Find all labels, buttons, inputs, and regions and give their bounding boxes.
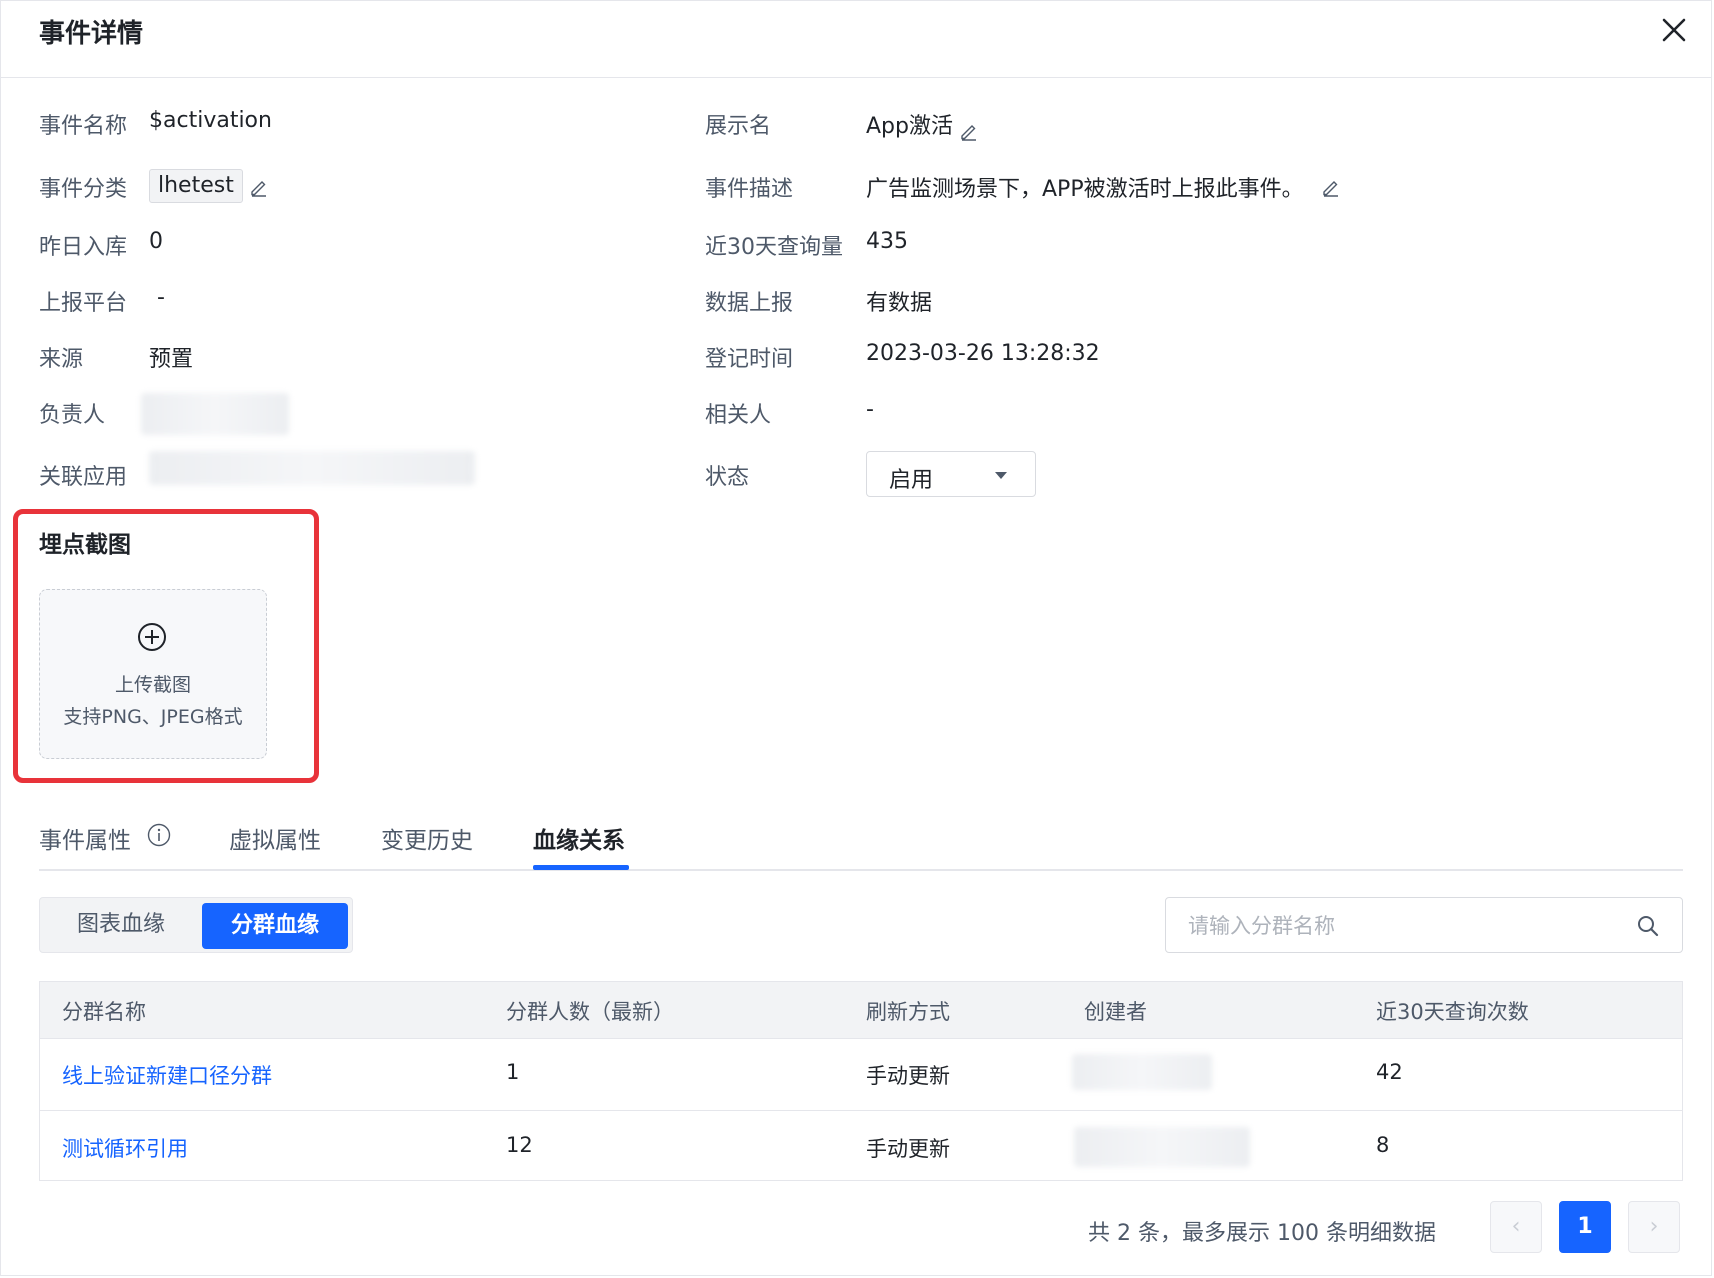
table-header: 分群名称 分群人数（最新） 刷新方式 创建者 近30天查询次数 [40, 982, 1682, 1039]
source-value: 预置 [149, 347, 194, 372]
table-row: 线上验证新建口径分群 1 手动更新 42 [40, 1038, 1682, 1110]
category-label: 事件分类 [39, 177, 128, 202]
platform-label: 上报平台 [39, 291, 128, 316]
column-header-refresh-mode: 刷新方式 [866, 1000, 950, 1024]
page-number-button[interactable]: 1 [1559, 1201, 1611, 1253]
display-name-value: App激活 [866, 114, 953, 139]
related-person-value: - [866, 397, 874, 422]
query-30d-label: 近30天查询量 [705, 235, 843, 260]
cohort-name-link[interactable]: 线上验证新建口径分群 [62, 1060, 272, 1090]
cohort-search-input[interactable] [1186, 910, 1610, 942]
prev-page-button[interactable]: ‹ [1490, 1201, 1542, 1253]
related-person-label: 相关人 [705, 403, 772, 428]
query-count-cell: 8 [1376, 1133, 1390, 1157]
dialog-header: 事件详情 [1, 1, 1711, 78]
creator-cell-blurred [1072, 1054, 1212, 1090]
next-page-button[interactable]: › [1628, 1201, 1680, 1253]
upload-label: 上传截图 [114, 674, 191, 696]
lineage-segmented-control: 图表血缘 分群血缘 [39, 897, 353, 953]
owner-label: 负责人 [39, 403, 106, 428]
tab-virtual-properties[interactable]: 虚拟属性 [229, 821, 321, 855]
event-name-label: 事件名称 [39, 114, 128, 139]
description-value: 广告监测场景下，APP被激活时上报此事件。 [866, 177, 1304, 202]
display-name-label: 展示名 [705, 114, 772, 139]
query-count-cell: 42 [1376, 1060, 1403, 1084]
data-report-label: 数据上报 [705, 291, 794, 316]
source-label: 来源 [39, 347, 84, 372]
register-time-label: 登记时间 [705, 347, 794, 372]
description-label: 事件描述 [705, 177, 794, 202]
info-icon[interactable] [147, 823, 171, 847]
edit-category-icon[interactable] [249, 177, 269, 197]
cohort-size-cell: 12 [506, 1133, 533, 1157]
register-time-value: 2023-03-26 13:28:32 [866, 341, 1100, 366]
dialog-title: 事件详情 [39, 19, 144, 49]
active-tab-indicator [533, 865, 629, 870]
column-header-query-count: 近30天查询次数 [1376, 1000, 1529, 1024]
tab-change-history[interactable]: 变更历史 [381, 821, 473, 855]
close-icon[interactable] [1659, 15, 1689, 45]
owner-value-blurred [141, 393, 289, 435]
status-select-value: 启用 [889, 468, 934, 493]
related-app-label: 关联应用 [39, 465, 128, 490]
cohort-name-link[interactable]: 测试循环引用 [62, 1133, 188, 1163]
refresh-mode-cell: 手动更新 [866, 1064, 950, 1088]
status-label: 状态 [705, 465, 750, 490]
edit-description-icon[interactable] [1321, 177, 1341, 197]
add-circle-icon [138, 623, 166, 651]
pagination-summary: 共 2 条，最多展示 100 条明细数据 [1088, 1221, 1436, 1246]
platform-value: - [157, 285, 165, 310]
tab-bar: 事件属性 虚拟属性 变更历史 血缘关系 [39, 817, 1683, 871]
table-row: 测试循环引用 12 手动更新 8 [40, 1110, 1682, 1183]
category-tag: lhetest [149, 169, 243, 203]
tab-event-properties[interactable]: 事件属性 [39, 821, 131, 855]
edit-display-name-icon[interactable] [959, 121, 979, 141]
search-icon[interactable] [1636, 914, 1660, 938]
segment-cohort-lineage[interactable]: 分群血缘 [202, 903, 348, 949]
upload-screenshot-area[interactable]: 上传截图 支持PNG、JPEG格式 [39, 589, 267, 759]
cohort-search-box [1165, 897, 1683, 953]
caret-down-icon [995, 472, 1007, 479]
query-30d-value: 435 [866, 229, 908, 254]
yesterday-label: 昨日入库 [39, 235, 128, 260]
status-select[interactable]: 启用 [866, 451, 1036, 497]
event-name-value: $activation [149, 108, 272, 133]
upload-hint: 支持PNG、JPEG格式 [63, 706, 243, 728]
event-detail-dialog: 事件详情 事件名称 $activation 事件分类 lhetest 昨日入库 … [0, 0, 1712, 1276]
cohort-size-cell: 1 [506, 1060, 520, 1084]
column-header-creator: 创建者 [1084, 1000, 1147, 1024]
yesterday-value: 0 [149, 229, 163, 254]
tab-lineage[interactable]: 血缘关系 [533, 821, 625, 855]
creator-cell-blurred [1074, 1127, 1250, 1167]
cohort-table: 分群名称 分群人数（最新） 刷新方式 创建者 近30天查询次数 线上验证新建口径… [39, 981, 1683, 1181]
column-header-cohort-name: 分群名称 [62, 1000, 146, 1024]
related-app-value-blurred [149, 451, 475, 485]
data-report-value: 有数据 [866, 291, 933, 316]
refresh-mode-cell: 手动更新 [866, 1137, 950, 1161]
column-header-cohort-size: 分群人数（最新） [506, 1000, 674, 1024]
screenshot-section-title: 埋点截图 [39, 532, 131, 558]
segment-chart-lineage[interactable]: 图表血缘 [40, 898, 202, 952]
